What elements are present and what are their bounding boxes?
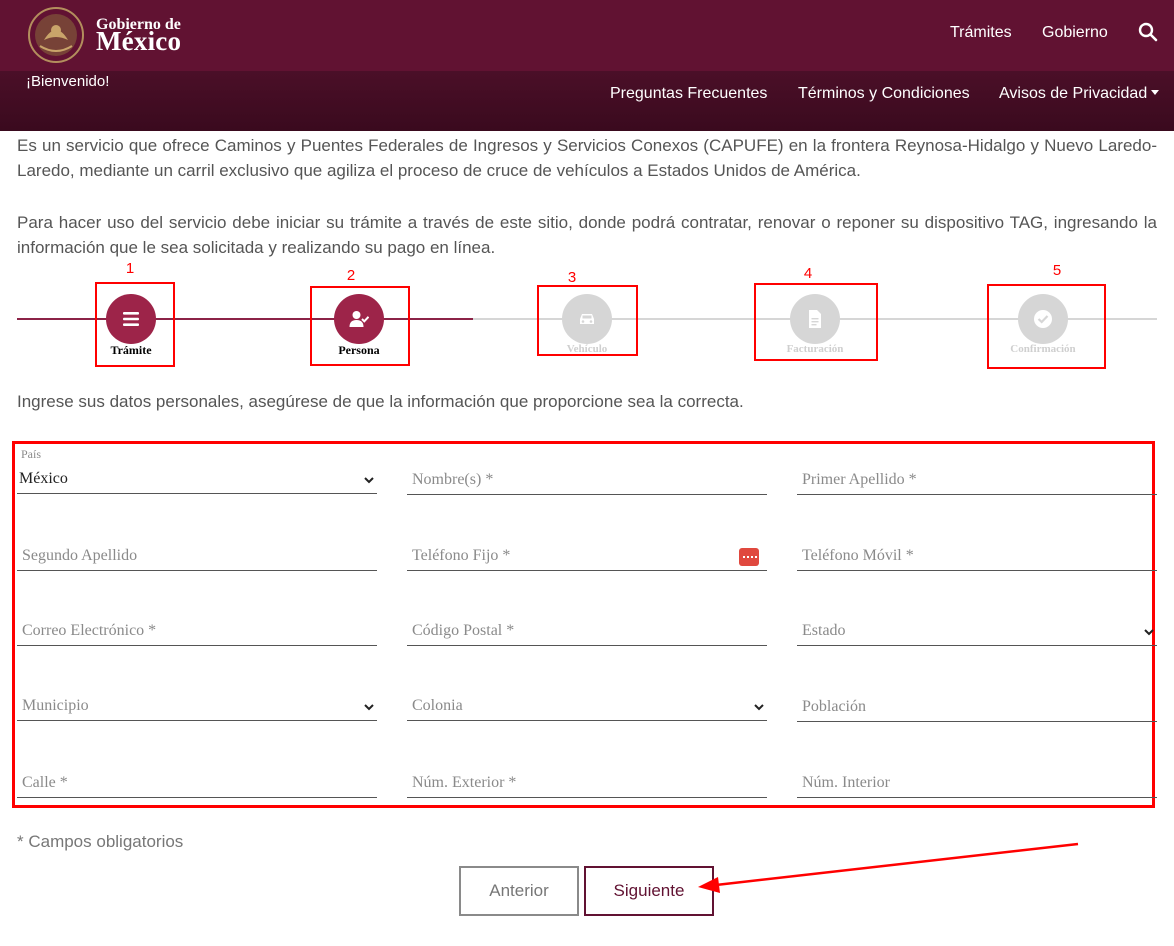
annotation-number-1: 1 <box>125 260 135 277</box>
subnav-terms[interactable]: Términos y Condiciones <box>798 85 970 103</box>
step-label-confirmacion: Confirmación <box>1010 343 1076 355</box>
step-circle-vehiculo[interactable] <box>562 294 612 344</box>
chevron-down-icon <box>364 704 374 711</box>
nav-link-tramites[interactable]: Trámites <box>950 24 1012 42</box>
correo-input[interactable]: Correo Electrónico * <box>17 616 377 646</box>
num-interior-placeholder: Núm. Interior <box>802 774 890 791</box>
pais-select[interactable]: México <box>17 464 377 494</box>
logo-text-big: México <box>96 26 182 56</box>
autofill-dots-icon[interactable] <box>739 548 759 566</box>
primer-apellido-input[interactable]: Primer Apellido * <box>797 465 1157 495</box>
primer-apellido-placeholder: Primer Apellido * <box>802 471 917 488</box>
anterior-button[interactable]: Anterior <box>459 866 579 916</box>
nombre-input[interactable]: Nombre(s) * <box>407 465 767 495</box>
step-circle-tramite[interactable] <box>106 294 156 344</box>
top-bar: Gobierno de México Trámites Gobierno <box>0 0 1174 71</box>
document-icon <box>809 310 821 328</box>
num-exterior-input[interactable]: Núm. Exterior * <box>407 768 767 798</box>
nombre-placeholder: Nombre(s) * <box>412 471 494 488</box>
user-check-icon <box>349 311 369 327</box>
calle-placeholder: Calle * <box>22 774 68 791</box>
telefono-movil-placeholder: Teléfono Móvil * <box>802 547 914 564</box>
intro-paragraph-2: Para hacer uso del servicio debe iniciar… <box>17 213 1157 257</box>
nav-link-gobierno[interactable]: Gobierno <box>1042 24 1108 42</box>
car-icon <box>580 314 594 324</box>
step-label-facturacion: Facturación <box>786 343 844 355</box>
pais-label: País <box>21 447 42 461</box>
chevron-down-icon <box>754 704 764 711</box>
codigo-postal-input[interactable]: Código Postal * <box>407 616 767 646</box>
required-fields-note: * Campos obligatorios <box>17 832 184 851</box>
segundo-apellido-input[interactable]: Segundo Apellido <box>17 541 377 571</box>
telefono-fijo-placeholder: Teléfono Fijo * <box>412 547 511 564</box>
sub-bar: ¡Bienvenido! Preguntas Frecuentes Términ… <box>0 71 1174 131</box>
annotation-number-2: 2 <box>346 267 356 284</box>
estado-select[interactable]: Estado <box>797 616 1157 646</box>
codigo-postal-placeholder: Código Postal * <box>412 622 515 639</box>
subnav-faq[interactable]: Preguntas Frecuentes <box>610 85 767 103</box>
calle-input[interactable]: Calle * <box>17 768 377 798</box>
step-label-tramite: Trámite <box>110 343 152 357</box>
annotation-number-5: 5 <box>1052 262 1062 279</box>
colonia-select[interactable]: Colonia <box>407 691 767 721</box>
welcome-text: ¡Bienvenido! <box>26 73 110 90</box>
correo-placeholder: Correo Electrónico * <box>22 622 157 639</box>
step-circle-facturacion[interactable] <box>790 294 840 344</box>
list-icon <box>123 312 139 326</box>
poblacion-input[interactable]: Población <box>797 692 1157 722</box>
gobierno-logo[interactable]: Gobierno de México <box>26 6 194 64</box>
national-seal-icon <box>28 7 84 63</box>
annotation-number-3: 3 <box>567 269 577 286</box>
telefono-fijo-input[interactable]: Teléfono Fijo * <box>407 541 767 571</box>
search-icon[interactable] <box>1138 22 1158 42</box>
num-interior-input[interactable]: Núm. Interior <box>797 768 1157 798</box>
chevron-down-icon <box>364 477 374 484</box>
check-circle-icon <box>1034 310 1052 328</box>
subnav-privacy-label: Avisos de Privacidad <box>999 85 1148 102</box>
annotation-arrow <box>698 842 1079 893</box>
municipio-placeholder: Municipio <box>22 697 89 714</box>
step-circle-confirmacion[interactable] <box>1018 294 1068 344</box>
telefono-movil-input[interactable]: Teléfono Móvil * <box>797 541 1157 571</box>
step-circle-persona[interactable] <box>334 294 384 344</box>
colonia-placeholder: Colonia <box>412 697 463 714</box>
annotation-number-4: 4 <box>803 265 813 282</box>
segundo-apellido-placeholder: Segundo Apellido <box>22 547 138 564</box>
subnav-privacy[interactable]: Avisos de Privacidad <box>999 85 1160 103</box>
municipio-select[interactable]: Municipio <box>17 691 377 721</box>
step-label-persona: Persona <box>338 343 380 357</box>
caret-down-icon <box>1151 90 1160 95</box>
estado-placeholder: Estado <box>802 622 846 639</box>
step-label-vehiculo: Vehículo <box>566 343 608 355</box>
num-exterior-placeholder: Núm. Exterior * <box>412 774 517 791</box>
form-instructions: Ingrese sus datos personales, asegúrese … <box>17 392 744 411</box>
pais-value: México <box>19 470 68 487</box>
intro-paragraph-1: Es un servicio que ofrece Caminos y Puen… <box>17 136 1157 180</box>
poblacion-placeholder: Población <box>802 698 866 715</box>
chevron-down-icon <box>1144 629 1154 636</box>
